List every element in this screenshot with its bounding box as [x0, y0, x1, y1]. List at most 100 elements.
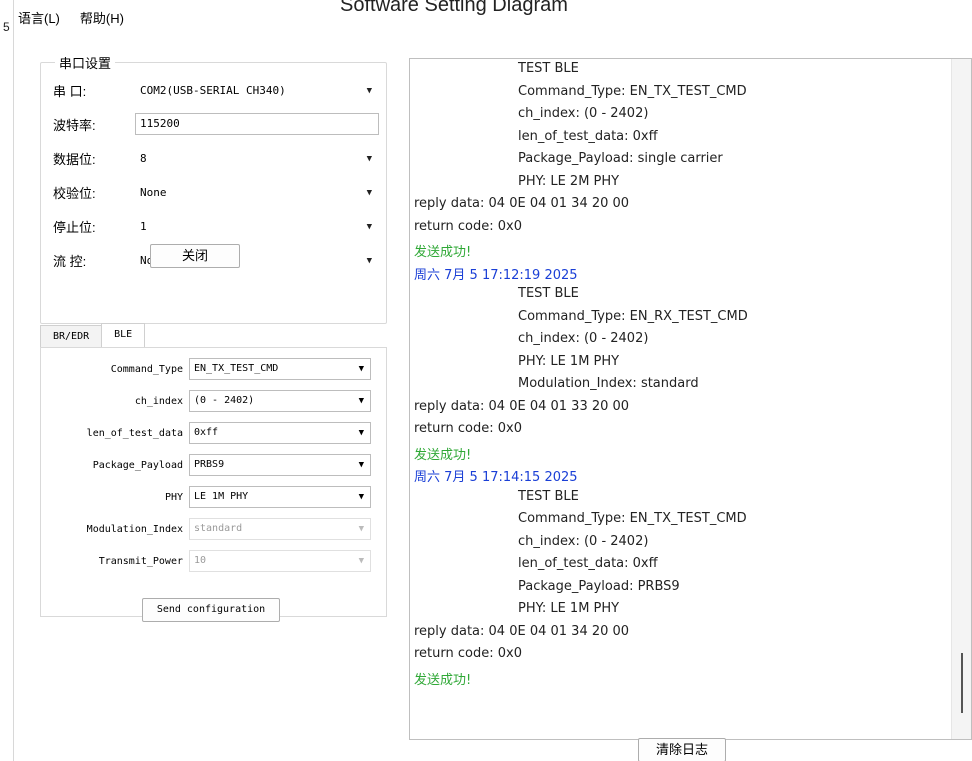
document-title: Software Setting Diagram — [340, 0, 568, 16]
data-bits-select[interactable]: 8 ▼ — [135, 147, 379, 169]
tab-br-edr[interactable]: BR/EDR — [40, 325, 103, 347]
ch-index-select[interactable]: (0 - 2402) ▼ — [189, 390, 371, 412]
package-payload-value: PRBS9 — [194, 459, 225, 470]
menu-help[interactable]: 帮助(H) — [80, 8, 124, 27]
mode-tabs: BR/EDR BLE — [40, 323, 146, 347]
phy-label: PHY — [164, 491, 183, 503]
baud-rate-label: 波特率: — [53, 117, 96, 133]
log-output[interactable]: TEST BLE Command_Type: EN_TX_TEST_CMD ch_i… — [409, 58, 972, 740]
chevron-down-icon: ▼ — [358, 396, 364, 406]
command-type-select[interactable]: EN_TX_TEST_CMD ▼ — [189, 358, 371, 380]
log-line: Package_Payload: single carrier — [518, 151, 723, 166]
serial-settings-legend: 串口设置 — [55, 53, 116, 72]
log-line: reply data: 04 0E 04 01 34 20 00 — [414, 623, 630, 639]
send-configuration-button[interactable]: Send configuration — [142, 598, 280, 622]
log-line: TEST BLE — [518, 488, 579, 504]
modulation-index-select: standard ▼ — [189, 518, 371, 540]
package-payload-label: Package_Payload — [92, 459, 183, 471]
ble-tab-panel: Command_Type EN_TX_TEST_CMD ▼ ch_index (… — [40, 347, 387, 617]
ble-row-len-of-test-data: len_of_test_data 0xff ▼ — [41, 422, 371, 444]
log-line: return code: 0x0 — [414, 218, 522, 234]
menu-bar: 语言(L) 帮助(H) — [18, 8, 124, 27]
chevron-down-icon: ▼ — [366, 188, 372, 198]
transmit-power-select: 10 ▼ — [189, 550, 371, 572]
ch-index-value: (0 - 2402) — [194, 395, 255, 406]
parity-select[interactable]: None ▼ — [135, 181, 379, 203]
chevron-down-icon: ▼ — [358, 492, 364, 502]
log-line: Package_Payload: PRBS9 — [518, 578, 680, 594]
chevron-down-icon: ▼ — [358, 524, 364, 534]
app-window: 串口设置 串 口: COM2(USB-SERIAL CH340) ▼ 波特率: … — [14, 32, 972, 761]
ble-row-package-payload: Package_Payload PRBS9 ▼ — [41, 454, 371, 476]
log-line: reply data: 04 0E 04 01 33 20 00 — [414, 398, 630, 414]
chevron-down-icon: ▼ — [358, 364, 364, 374]
chevron-down-icon: ▼ — [358, 556, 364, 566]
data-bits-label: 数据位: — [53, 151, 96, 167]
len-of-test-data-select[interactable]: 0xff ▼ — [189, 422, 371, 444]
edge-digit: 5 — [3, 20, 10, 34]
left-edge-strip: 5 — [0, 0, 14, 761]
serial-port-row: 串 口: COM2(USB-SERIAL CH340) ▼ — [53, 79, 379, 101]
baud-rate-row: 波特率: 115200 — [53, 113, 379, 135]
log-line: ch_index: (0 - 2402) — [518, 331, 649, 346]
chevron-down-icon: ▼ — [366, 222, 372, 232]
close-port-button[interactable]: 关闭 — [150, 244, 240, 268]
parity-label: 校验位: — [53, 185, 96, 201]
stop-bits-row: 停止位: 1 ▼ — [53, 215, 379, 237]
stop-bits-select[interactable]: 1 ▼ — [135, 215, 379, 237]
parity-row: 校验位: None ▼ — [53, 181, 379, 203]
phy-select[interactable]: LE 1M PHY ▼ — [189, 486, 371, 508]
transmit-power-value: 10 — [194, 555, 207, 566]
ble-row-modulation-index: Modulation_Index standard ▼ — [41, 518, 371, 540]
log-line: PHY: LE 1M PHY — [518, 353, 620, 369]
log-line: return code: 0x0 — [414, 421, 522, 436]
chevron-down-icon: ▼ — [366, 154, 372, 164]
chevron-down-icon: ▼ — [366, 256, 372, 266]
log-line: 周六 7月 5 17:14:15 2025 — [414, 470, 578, 485]
data-bits-row: 数据位: 8 ▼ — [53, 147, 379, 169]
chevron-down-icon: ▼ — [358, 460, 364, 470]
log-line: ch_index: (0 - 2402) — [518, 106, 649, 121]
serial-port-select[interactable]: COM2(USB-SERIAL CH340) ▼ — [135, 79, 379, 101]
log-line: Command_Type: EN_TX_TEST_CMD — [518, 511, 747, 526]
serial-port-label: 串 口: — [53, 83, 87, 99]
ble-row-transmit-power: Transmit_Power 10 ▼ — [41, 550, 371, 572]
log-line: len_of_test_data: 0xff — [518, 128, 658, 144]
modulation-index-label: Modulation_Index — [86, 523, 183, 535]
clear-log-button[interactable]: 清除日志 — [638, 738, 726, 761]
len-of-test-data-label: len_of_test_data — [86, 427, 183, 439]
parity-value: None — [140, 186, 167, 199]
log-scrollbar[interactable] — [951, 59, 971, 739]
log-line: TEST BLE — [518, 61, 579, 76]
log-line: Modulation_Index: standard — [518, 376, 699, 391]
menu-language[interactable]: 语言(L) — [18, 8, 60, 27]
log-line: 发送成功! — [414, 245, 472, 260]
command-type-label: Command_Type — [110, 363, 183, 375]
chevron-down-icon: ▼ — [366, 86, 372, 96]
log-line: 发送成功! — [414, 447, 472, 463]
flow-control-label: 流 控: — [53, 253, 87, 269]
ch-index-label: ch_index — [134, 395, 183, 407]
log-scrollbar-thumb[interactable] — [961, 653, 963, 713]
log-line: reply data: 04 0E 04 01 34 20 00 — [414, 196, 630, 211]
ble-row-ch-index: ch_index (0 - 2402) ▼ — [41, 390, 371, 412]
log-line: 发送成功! — [414, 672, 472, 688]
modulation-index-value: standard — [194, 523, 243, 534]
log-line: len_of_test_data: 0xff — [518, 556, 658, 571]
stop-bits-label: 停止位: — [53, 219, 96, 235]
command-type-value: EN_TX_TEST_CMD — [194, 363, 279, 374]
tab-ble[interactable]: BLE — [101, 323, 146, 347]
len-of-test-data-value: 0xff — [194, 427, 219, 438]
chevron-down-icon: ▼ — [358, 428, 364, 438]
log-line: Command_Type: EN_TX_TEST_CMD — [518, 83, 747, 99]
baud-rate-input[interactable]: 115200 — [135, 113, 379, 135]
stop-bits-value: 1 — [140, 220, 147, 233]
ble-row-phy: PHY LE 1M PHY ▼ — [41, 486, 371, 508]
log-line: PHY: LE 2M PHY — [518, 173, 620, 189]
log-line: Command_Type: EN_RX_TEST_CMD — [518, 308, 748, 324]
log-line: TEST BLE — [518, 286, 579, 301]
serial-port-value: COM2(USB-SERIAL CH340) — [140, 84, 286, 97]
data-bits-value: 8 — [140, 152, 147, 165]
package-payload-select[interactable]: PRBS9 ▼ — [189, 454, 371, 476]
phy-value: LE 1M PHY — [194, 491, 249, 502]
